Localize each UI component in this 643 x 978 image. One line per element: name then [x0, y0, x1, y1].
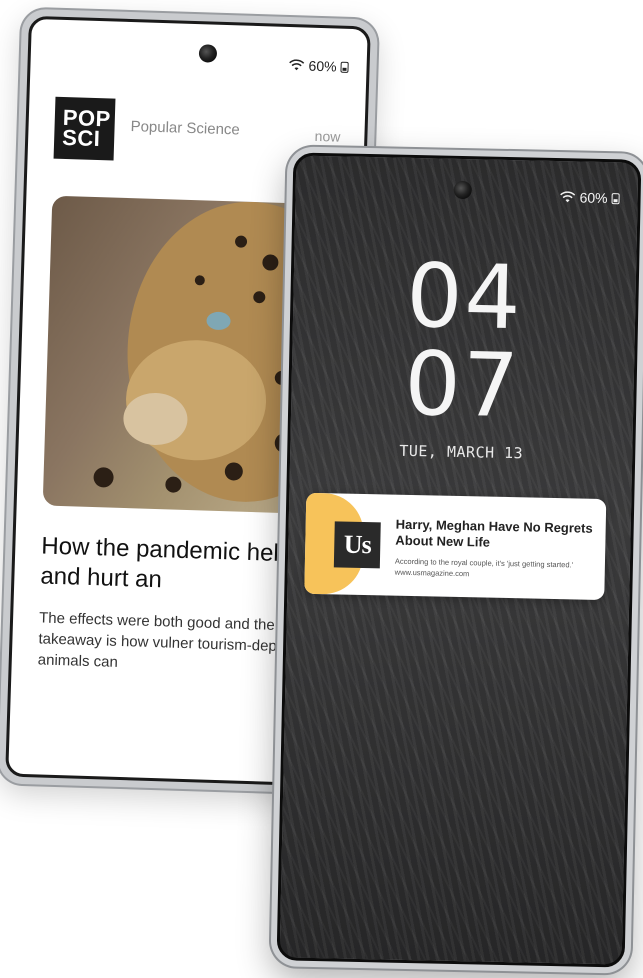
- notification-time: now: [314, 127, 341, 145]
- status-bar: 60%: [559, 189, 620, 207]
- wifi-icon: [289, 59, 305, 71]
- notification-headline: Harry, Meghan Have No Regrets About New …: [395, 516, 593, 550]
- front-phone: 60% 04 07 TUE, MARCH 13 Us Harry, Meghan…: [270, 146, 643, 974]
- camera-icon: [453, 180, 472, 200]
- clock-minute: 07: [403, 331, 522, 438]
- wifi-icon: [560, 191, 576, 203]
- battery-icon: [611, 192, 620, 204]
- notification-card[interactable]: Us Harry, Meghan Have No Regrets About N…: [304, 492, 607, 601]
- camera-icon: [198, 44, 218, 63]
- notification-url: www.usmagazine.com: [394, 567, 470, 579]
- lock-date: TUE, MARCH 13: [399, 441, 524, 463]
- popsci-logo[interactable]: POP SCI: [53, 96, 116, 161]
- lock-screen: 60% 04 07 TUE, MARCH 13 Us Harry, Meghan…: [276, 152, 642, 968]
- us-weekly-logo: Us: [333, 521, 381, 569]
- battery-percent: 60%: [308, 57, 337, 75]
- battery-percent: 60%: [579, 189, 608, 207]
- clock-hour: 04: [405, 243, 524, 350]
- status-bar: 60%: [288, 57, 349, 75]
- notification-source: Popular Science: [130, 118, 241, 139]
- battery-icon: [340, 61, 349, 73]
